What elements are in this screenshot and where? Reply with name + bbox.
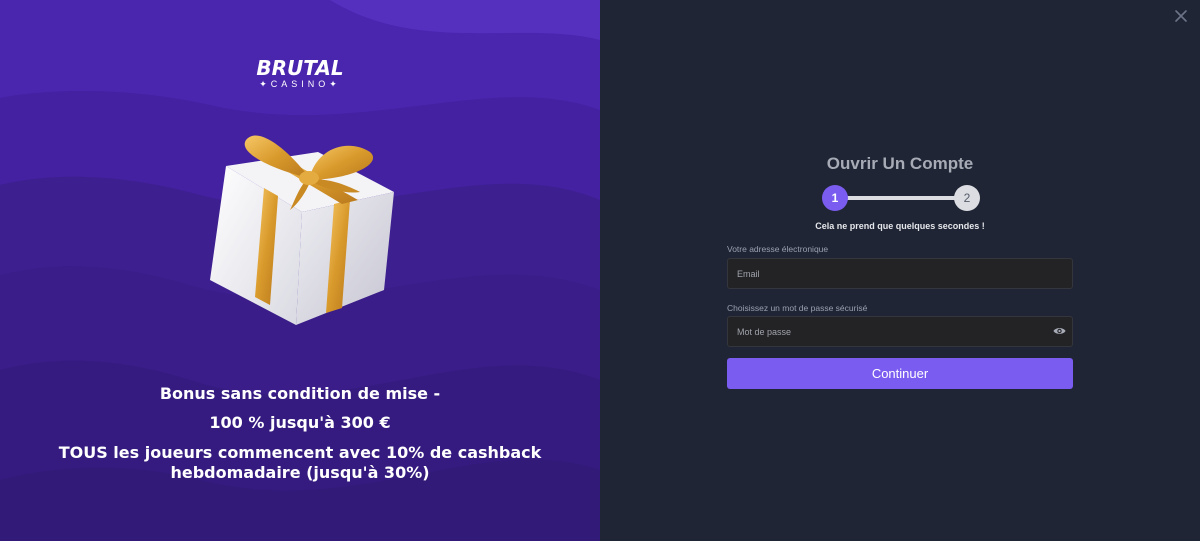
logo-subtitle: ✦CASINO✦ (259, 79, 341, 89)
signup-panel: Ouvrir Un Compte 1 2 Cela ne prend que q… (600, 0, 1200, 541)
promo-panel: BRUTAL ✦CASINO✦ Bonus sans condition de … (0, 0, 600, 541)
promo-line-amount: 100 % jusqu'à 300 € (209, 413, 391, 432)
form-title: Ouvrir Un Compte (826, 154, 974, 173)
promo-line-cashback: TOUS les joueurs commencent avec 10% de … (58, 443, 542, 482)
gift-box-icon (210, 135, 394, 325)
form-subtitle: Cela ne prend que quelques secondes ! (815, 221, 985, 231)
continue-button[interactable]: Continuer (727, 358, 1073, 389)
email-label: Votre adresse électronique (727, 244, 829, 254)
password-label: Choisissez un mot de passe sécurisé (727, 303, 868, 313)
brand-logo: BRUTAL ✦CASINO✦ (0, 58, 600, 89)
step-1: 1 (822, 185, 848, 211)
step-2: 2 (954, 185, 980, 211)
close-icon[interactable] (1172, 8, 1190, 26)
password-field[interactable] (727, 316, 1073, 347)
logo-wordmark: BRUTAL (256, 56, 344, 80)
close-glyph (1175, 10, 1187, 22)
stepper-track (836, 196, 966, 200)
email-field[interactable] (727, 258, 1073, 289)
progress-stepper: 1 2 (822, 185, 980, 211)
promo-line-bonus: Bonus sans condition de mise - (159, 384, 441, 403)
eye-icon[interactable] (1053, 326, 1066, 336)
